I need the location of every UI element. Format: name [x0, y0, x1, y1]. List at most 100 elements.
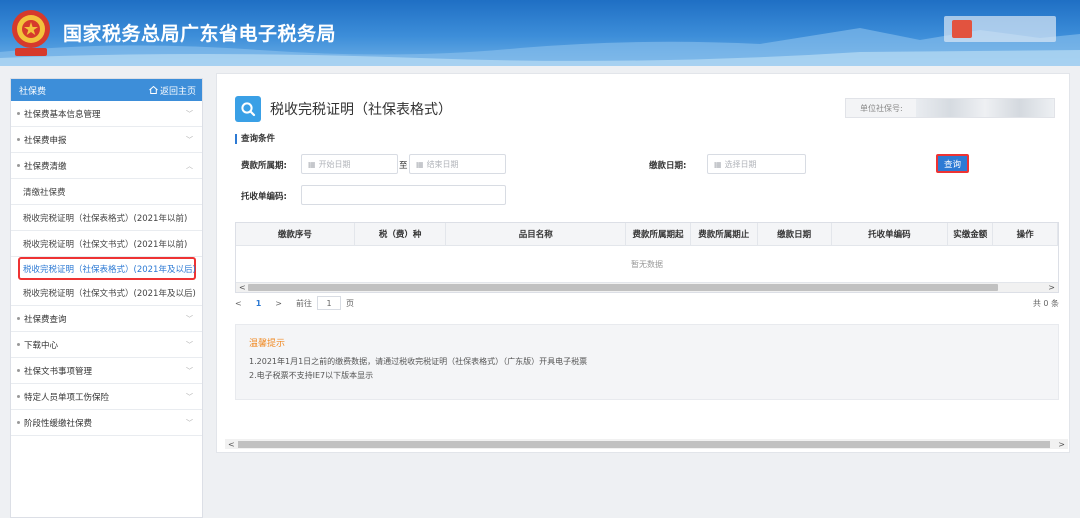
page-horizontal-scrollbar[interactable]: < > [225, 439, 1068, 449]
chevron-down-icon: ﹀ [186, 135, 193, 144]
sidebar-item[interactable]: 阶段性缓缴社保费 ﹀ [11, 410, 202, 436]
sidebar-item[interactable]: 税收完税证明（社保表格式）(2021年以前) [11, 205, 202, 231]
start-date-input[interactable]: ▦ 开始日期 [301, 154, 398, 174]
current-page[interactable]: 1 [256, 299, 262, 308]
scroll-left-icon[interactable]: < [228, 440, 235, 449]
calendar-icon: ▦ [416, 159, 424, 169]
pay-date-placeholder: 选择日期 [724, 159, 757, 169]
main-panel: 税收完税证明（社保表格式） 单位社保号: 查询条件 费款所属期: ▦ 开始日期 至… [216, 73, 1070, 453]
pay-date-label: 缴款日期: [649, 161, 687, 171]
sidebar-item-label: 税收完税证明（社保文书式）(2021年以前) [23, 239, 188, 250]
next-page-icon[interactable]: > [275, 299, 282, 308]
sidebar-item-label: 特定人员单项工伤保险 [24, 392, 110, 403]
home-link[interactable]: 返回主页 [149, 84, 196, 97]
home-icon [149, 86, 158, 94]
calendar-icon: ▦ [714, 159, 722, 169]
account-number-masked [916, 99, 1054, 117]
date-range-separator: 至 [399, 161, 408, 171]
table-header-row: 缴款序号 税（费）种 品目名称 费款所属期起 费款所属期止 缴款日期 托收单编码 实缴金额 操作 [236, 223, 1059, 246]
sidebar-item[interactable]: 税收完税证明（社保表格式）(2021年及以后) [18, 257, 196, 280]
search-icon [235, 96, 261, 122]
scroll-right-icon[interactable]: > [1058, 440, 1065, 449]
prev-page-icon[interactable]: < [235, 299, 242, 308]
sidebar-item[interactable]: 社保费清缴 ︿ [11, 153, 202, 179]
chevron-down-icon: ﹀ [186, 418, 193, 427]
sidebar-item-label: 税收完税证明（社保表格式）(2021年及以后) [23, 264, 196, 275]
sidebar-item[interactable]: 社保费查询 ﹀ [11, 306, 202, 332]
bullet-icon [17, 317, 20, 320]
tips-title: 温馨提示 [249, 339, 286, 349]
user-badge-icon [952, 20, 972, 38]
bullet-icon [17, 395, 20, 398]
entrust-code-label: 托收单编码: [241, 192, 287, 202]
table-column-header: 实缴金额 [948, 223, 994, 246]
bullet-icon [17, 343, 20, 346]
table-horizontal-scrollbar[interactable]: < > [236, 283, 1058, 292]
query-section-title: 查询条件 [235, 134, 275, 144]
scroll-left-icon[interactable]: < [239, 283, 246, 292]
goto-page-input[interactable]: 1 [316, 296, 341, 310]
page-unit: 页 [345, 298, 354, 308]
sidebar-item-label: 社保费清缴 [24, 161, 67, 172]
table-empty-text: 暂无数据 [236, 246, 1058, 283]
sidebar-item-label: 清缴社保费 [23, 187, 66, 198]
calendar-icon: ▦ [308, 159, 316, 169]
bullet-icon [17, 164, 20, 167]
pay-date-input[interactable]: ▦ 选择日期 [707, 154, 806, 174]
table-column-header: 缴款日期 [757, 223, 832, 246]
account-number-label: 单位社保号: [860, 103, 903, 113]
end-date-placeholder: 结束日期 [426, 159, 459, 169]
scroll-right-icon[interactable]: > [1048, 283, 1055, 292]
entrust-code-input[interactable] [301, 185, 506, 205]
chevron-up-icon: ︿ [186, 161, 193, 170]
sidebar-item[interactable]: 社保费申报 ﹀ [11, 127, 202, 153]
results-table: 缴款序号 税（费）种 品目名称 费款所属期起 费款所属期止 缴款日期 托收单编码 实缴金额 操作… [235, 222, 1059, 293]
sidebar-item-label: 下载中心 [24, 340, 59, 351]
tax-bureau-emblem-icon [12, 10, 50, 56]
fee-period-label: 费款所属期: [241, 161, 287, 171]
tips-box: 温馨提示 1.2021年1月1日之前的缴费数据，请通过税收完税证明（社保表格式）… [235, 324, 1059, 400]
sidebar-item-label: 社保费申报 [24, 135, 67, 146]
site-title: 国家税务总局广东省电子税务局 [63, 23, 337, 45]
scrollbar-thumb[interactable] [248, 284, 998, 291]
sidebar-header: 社保费 返回主页 [11, 79, 202, 101]
sidebar-title: 社保费 [19, 86, 47, 97]
bullet-icon [17, 369, 20, 372]
user-info-button[interactable] [944, 16, 1056, 42]
sidebar-item-label: 税收完税证明（社保文书式）(2021年及以后) [23, 288, 196, 299]
tips-line: 2.电子税票不支持IE7以下版本显示 [249, 371, 374, 380]
home-link-label: 返回主页 [159, 86, 196, 97]
table-column-header: 税（费）种 [354, 223, 447, 246]
sidebar-item[interactable]: 社保文书事项管理 ﹀ [11, 358, 202, 384]
sidebar-item[interactable]: 下载中心 ﹀ [11, 332, 202, 358]
sidebar-item[interactable]: 税收完税证明（社保文书式）(2021年及以后) [11, 280, 202, 306]
sidebar: 社保费 返回主页 社保费基本信息管理 ﹀ 社保费申报 ﹀ 社保费清缴 ︿ 清缴社保费税收完税… [10, 78, 203, 518]
sidebar-item-label: 阶段性缓缴社保费 [24, 418, 93, 429]
tips-line: 1.2021年1月1日之前的缴费数据，请通过税收完税证明（社保表格式）（广东版）… [249, 356, 588, 366]
sidebar-item[interactable]: 税收完税证明（社保文书式）(2021年以前) [11, 231, 202, 257]
sidebar-item[interactable]: 特定人员单项工伤保险 ﹀ [11, 384, 202, 410]
table-column-header: 缴款序号 [236, 223, 355, 246]
chevron-down-icon: ﹀ [186, 314, 193, 323]
sidebar-menu: 社保费基本信息管理 ﹀ 社保费申报 ﹀ 社保费清缴 ︿ 清缴社保费税收完税证明（社保表格式）… [11, 101, 202, 436]
sidebar-item[interactable]: 清缴社保费 [11, 179, 202, 205]
query-button[interactable]: 查询 [936, 154, 969, 173]
table-column-header: 托收单编码 [831, 223, 949, 246]
account-number-field: 单位社保号: [845, 98, 1055, 118]
bullet-icon [17, 421, 20, 424]
scrollbar-thumb[interactable] [238, 441, 1050, 448]
chevron-down-icon: ﹀ [186, 366, 193, 375]
chevron-down-icon: ﹀ [186, 340, 193, 349]
page-title: 税收完税证明（社保表格式） [270, 102, 452, 118]
end-date-input[interactable]: ▦ 结束日期 [409, 154, 506, 174]
sidebar-item-label: 社保费查询 [24, 314, 67, 325]
sidebar-item-label: 社保文书事项管理 [24, 366, 93, 377]
chevron-down-icon: ﹀ [186, 109, 193, 118]
sidebar-item[interactable]: 社保费基本信息管理 ﹀ [11, 101, 202, 127]
table-column-header: 费款所属期起 [626, 223, 691, 246]
total-count: 共 0 条 [1032, 298, 1059, 308]
pagination: < 1 > 前往 1 页 共 0 条 [235, 296, 1059, 310]
start-date-placeholder: 开始日期 [318, 159, 351, 169]
bullet-icon [17, 112, 20, 115]
table-column-header: 品目名称 [446, 223, 627, 246]
